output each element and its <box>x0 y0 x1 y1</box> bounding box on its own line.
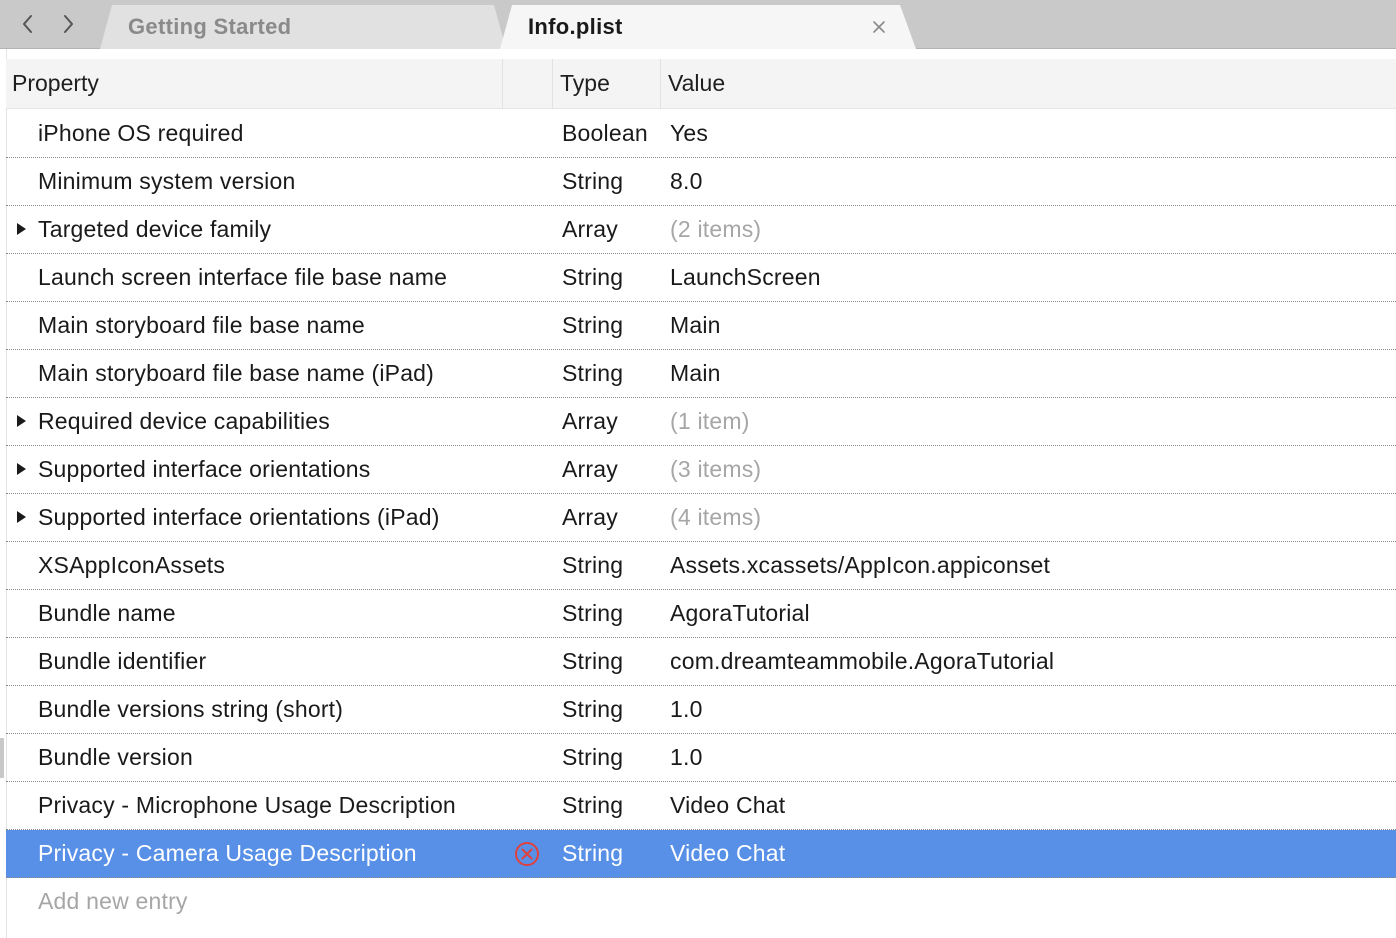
property-cell[interactable]: Privacy - Camera Usage Description <box>38 830 417 877</box>
value-cell[interactable]: (3 items) <box>670 446 761 493</box>
property-cell[interactable]: Required device capabilities <box>38 398 330 445</box>
value-cell[interactable]: Main <box>670 350 721 397</box>
value-cell[interactable]: AgoraTutorial <box>670 590 810 637</box>
table-row[interactable]: Supported interface orientations (iPad) A… <box>6 494 1396 542</box>
tab-label: Info.plist <box>528 14 623 39</box>
table-row[interactable]: Launch screen interface file base name St… <box>6 254 1396 302</box>
table-row[interactable]: XSAppIconAssets String Assets.xcassets/App… <box>6 542 1396 590</box>
table-row[interactable]: Main storyboard file base name (iPad) Str… <box>6 350 1396 398</box>
type-cell[interactable]: String <box>562 542 623 589</box>
property-cell[interactable]: Launch screen interface file base name <box>38 254 447 301</box>
column-header-label: Value <box>668 70 726 96</box>
property-cell[interactable]: Supported interface orientations (iPad) <box>38 494 440 541</box>
gutter-marker <box>0 738 4 778</box>
tab-getting-started[interactable]: Getting Started <box>100 5 506 49</box>
column-header-label: Type <box>560 70 610 96</box>
property-cell[interactable]: Bundle name <box>38 590 176 637</box>
property-cell[interactable]: Privacy - Microphone Usage Description <box>38 782 456 829</box>
value-cell[interactable]: LaunchScreen <box>670 254 821 301</box>
column-header-label: Property <box>12 70 99 96</box>
table-row[interactable]: Privacy - Camera Usage Description String… <box>6 830 1396 878</box>
column-resize-handle[interactable] <box>660 59 661 109</box>
table-row[interactable]: Main storyboard file base name String Main <box>6 302 1396 350</box>
type-cell[interactable]: String <box>562 302 623 349</box>
property-cell[interactable]: iPhone OS required <box>38 110 244 157</box>
value-cell[interactable]: Assets.xcassets/AppIcon.appiconset <box>670 542 1050 589</box>
value-cell[interactable]: (2 items) <box>670 206 761 253</box>
value-cell[interactable]: (1 item) <box>670 398 750 445</box>
type-cell[interactable]: String <box>562 590 623 637</box>
tab-label: Getting Started <box>128 14 292 39</box>
nav-back-button[interactable] <box>14 10 42 38</box>
type-cell[interactable]: String <box>562 686 623 733</box>
property-cell[interactable]: Supported interface orientations <box>38 446 370 493</box>
column-header-property[interactable]: Property <box>12 59 99 108</box>
table-row[interactable]: Minimum system version String 8.0 <box>6 158 1396 206</box>
type-cell[interactable]: Array <box>562 206 618 253</box>
tab-bar: Getting Started Info.plist <box>0 0 1396 49</box>
table-row[interactable]: Bundle version String 1.0 <box>6 734 1396 782</box>
property-cell[interactable]: Bundle version <box>38 734 193 781</box>
property-cell[interactable]: Minimum system version <box>38 158 295 205</box>
plist-grid: Property Type Value iPhone OS required Bo… <box>6 59 1396 938</box>
type-cell[interactable]: String <box>562 830 623 877</box>
property-cell[interactable]: XSAppIconAssets <box>38 542 225 589</box>
value-cell[interactable]: Video Chat <box>670 782 785 829</box>
table-row[interactable]: iPhone OS required Boolean Yes <box>6 110 1396 158</box>
plist-editor-window: Getting Started Info.plist Property Type… <box>0 0 1396 938</box>
column-header-type[interactable]: Type <box>560 59 610 108</box>
table-row[interactable]: Bundle versions string (short) String 1.0 <box>6 686 1396 734</box>
close-icon[interactable] <box>870 18 888 36</box>
type-cell[interactable]: Array <box>562 398 618 445</box>
value-cell[interactable]: com.dreamteammobile.AgoraTutorial <box>670 638 1054 685</box>
add-entry-row[interactable]: Add new entry <box>6 878 1396 926</box>
value-cell[interactable]: 1.0 <box>670 734 703 781</box>
column-header-value[interactable]: Value <box>668 59 725 108</box>
type-cell[interactable]: Boolean <box>562 110 648 157</box>
table-row[interactable]: Bundle name String AgoraTutorial <box>6 590 1396 638</box>
delete-circle-icon[interactable] <box>513 840 541 868</box>
type-cell[interactable]: String <box>562 734 623 781</box>
add-new-entry-placeholder[interactable]: Add new entry <box>38 878 188 925</box>
type-cell[interactable]: String <box>562 782 623 829</box>
type-cell[interactable]: Array <box>562 446 618 493</box>
disclosure-triangle-icon[interactable] <box>13 461 29 477</box>
disclosure-triangle-icon[interactable] <box>13 509 29 525</box>
value-cell[interactable]: 8.0 <box>670 158 703 205</box>
disclosure-triangle-icon[interactable] <box>13 413 29 429</box>
chevron-left-icon <box>21 14 35 34</box>
value-cell[interactable]: (4 items) <box>670 494 761 541</box>
table-row[interactable]: Required device capabilities Array (1 item… <box>6 398 1396 446</box>
table-row[interactable]: Bundle identifier String com.dreamteammobi… <box>6 638 1396 686</box>
property-cell[interactable]: Targeted device family <box>38 206 271 253</box>
value-cell[interactable]: 1.0 <box>670 686 703 733</box>
nav-forward-button[interactable] <box>54 10 82 38</box>
table-row[interactable]: Privacy - Microphone Usage Description St… <box>6 782 1396 830</box>
plist-rows: iPhone OS required Boolean Yes Minimum syst… <box>6 110 1396 926</box>
type-cell[interactable]: String <box>562 350 623 397</box>
type-cell[interactable]: String <box>562 158 623 205</box>
type-cell[interactable]: String <box>562 254 623 301</box>
table-row[interactable]: Targeted device family Array (2 items) <box>6 206 1396 254</box>
value-cell[interactable]: Video Chat <box>670 830 785 877</box>
type-cell[interactable]: String <box>562 638 623 685</box>
type-cell[interactable]: Array <box>562 494 618 541</box>
property-cell[interactable]: Bundle identifier <box>38 638 206 685</box>
column-resize-handle[interactable] <box>552 59 553 109</box>
value-cell[interactable]: Main <box>670 302 721 349</box>
property-cell[interactable]: Bundle versions string (short) <box>38 686 343 733</box>
tab-info-plist[interactable]: Info.plist <box>500 5 916 49</box>
column-resize-handle[interactable] <box>502 59 503 109</box>
chevron-right-icon <box>61 14 75 34</box>
property-cell[interactable]: Main storyboard file base name (iPad) <box>38 350 434 397</box>
disclosure-triangle-icon[interactable] <box>13 221 29 237</box>
value-cell[interactable]: Yes <box>670 110 708 157</box>
table-row[interactable]: Supported interface orientations Array (3 … <box>6 446 1396 494</box>
property-cell[interactable]: Main storyboard file base name <box>38 302 365 349</box>
column-header-row: Property Type Value <box>6 59 1396 109</box>
